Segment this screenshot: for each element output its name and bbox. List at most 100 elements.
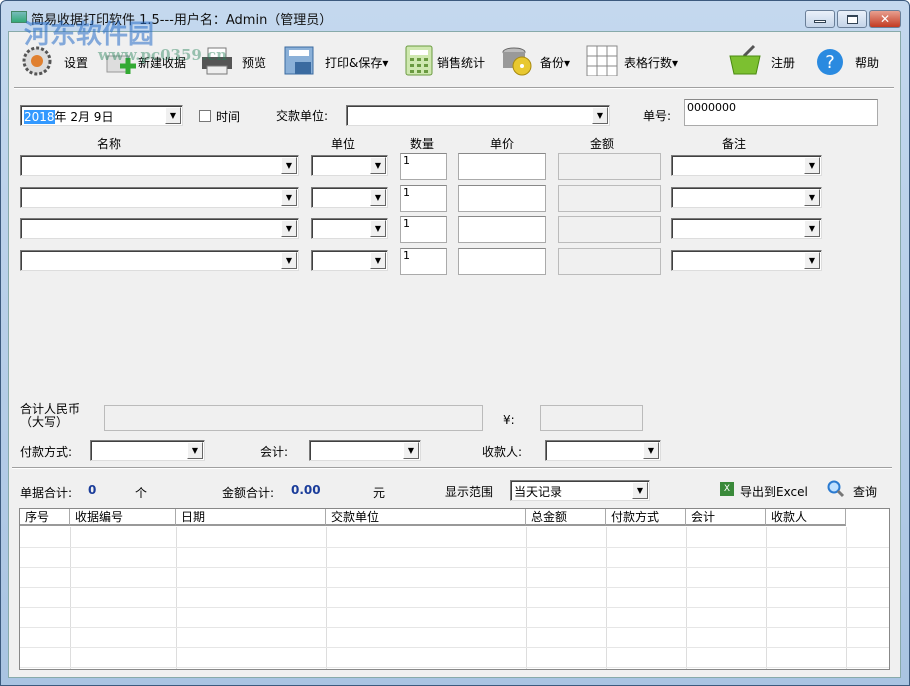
table-row [20,607,889,608]
column-header[interactable]: 收据编号 [70,509,176,526]
item-qty-input[interactable]: 1 [400,216,447,243]
item-amount-field [558,248,661,275]
register-button[interactable]: 注册 [771,54,795,71]
item-name-combo[interactable]: ▼ [20,187,299,208]
help-icon[interactable]: ? [814,44,848,76]
close-button[interactable]: ✕ [869,10,901,28]
records-table[interactable]: 序号收据编号日期交款单位总金额付款方式会计收款人 [19,508,890,670]
item-name-combo[interactable]: ▼ [20,218,299,239]
range-label: 显示范围 [445,483,493,500]
table-row [20,567,889,568]
column-header[interactable]: 付款方式 [606,509,686,526]
amount-unit: 元 [373,484,385,501]
new-document-icon[interactable] [104,44,138,76]
settings-button[interactable]: 设置 [64,54,88,71]
item-amount-field [558,216,661,243]
item-price-input[interactable] [458,248,546,275]
item-note-combo[interactable]: ▼ [671,218,822,239]
maximize-button[interactable] [837,10,867,28]
payer-combo[interactable]: ▼ [346,105,610,126]
svg-text:?: ? [825,52,835,73]
table-rows-button[interactable]: 表格行数▾ [624,54,678,71]
accountant-combo[interactable]: ▼ [309,440,421,461]
column-header[interactable]: 收款人 [766,509,846,526]
total-rmb-label: 合计人民币（大写） [20,403,80,429]
backup-button[interactable]: 备份▾ [540,54,570,71]
item-note-combo[interactable]: ▼ [671,155,822,176]
table-row [20,587,889,588]
payee-combo[interactable]: ▼ [545,440,661,461]
total-rmb-label-line2: （大写） [20,415,68,429]
item-unit-combo[interactable]: ▼ [311,187,388,208]
form-divider [12,467,892,469]
column-header[interactable]: 会计 [686,509,766,526]
search-icon[interactable] [827,480,845,501]
item-price-input[interactable] [458,185,546,212]
column-header[interactable]: 日期 [176,509,326,526]
item-name-combo[interactable]: ▼ [20,155,299,176]
range-value: 当天记录 [514,483,562,500]
col-amount-header: 金额 [590,135,614,152]
date-picker[interactable]: 2018年 2月 9日▼ [20,105,183,126]
time-checkbox[interactable] [199,110,211,122]
count-value: 0 [88,483,96,497]
export-excel-button[interactable]: 导出到Excel [740,483,808,500]
app-icon [11,11,27,23]
help-button[interactable]: 帮助 [855,54,879,71]
new-receipt-button[interactable]: 新建收据 [138,54,186,71]
preview-button[interactable]: 预览 [242,54,266,71]
count-unit: 个 [135,484,147,501]
payment-method-label: 付款方式: [20,443,72,460]
item-qty-input[interactable]: 1 [400,248,447,275]
item-amount-field [558,153,661,180]
print-save-button[interactable]: 打印&保存▾ [325,54,388,71]
sales-stats-button[interactable]: 销售统计 [437,54,485,71]
query-button[interactable]: 查询 [853,483,877,500]
calculator-icon[interactable] [404,44,438,76]
item-note-combo[interactable]: ▼ [671,187,822,208]
number-input[interactable]: 0000000 [684,99,878,126]
column-header[interactable]: 交款单位 [326,509,526,526]
save-icon[interactable] [283,44,317,76]
item-qty-input[interactable]: 1 [400,153,447,180]
col-name-header: 名称 [97,135,121,152]
col-unit-header: 单位 [331,135,355,152]
payee-label: 收款人: [482,443,522,460]
count-label: 单据合计: [20,484,72,501]
minimize-button[interactable] [805,10,835,28]
total-yen-field [540,405,643,431]
amount-total-label: 金额合计: [222,484,274,501]
item-qty-input[interactable]: 1 [400,185,447,212]
excel-icon[interactable]: X [720,482,734,496]
window-title: 简易收据打印软件 1.5---用户名：Admin（管理员） [31,9,332,28]
item-price-input[interactable] [458,216,546,243]
item-unit-combo[interactable]: ▼ [311,155,388,176]
time-label: 时间 [216,108,240,125]
accountant-label: 会计: [260,443,288,460]
table-grid-icon[interactable] [586,44,620,76]
date-year: 2018 [24,110,55,124]
payment-method-combo[interactable]: ▼ [90,440,205,461]
printer-icon[interactable] [200,44,234,76]
col-qty-header: 数量 [410,135,434,152]
date-month-day: 年 2月 9日 [55,110,114,124]
number-label: 单号: [643,107,671,124]
table-row [20,547,889,548]
column-header[interactable]: 序号 [20,509,70,526]
column-header[interactable]: 总金额 [526,509,606,526]
col-price-header: 单价 [490,135,514,152]
total-rmb-uppercase-field [104,405,483,431]
table-row [20,627,889,628]
gear-icon[interactable] [20,44,54,76]
item-unit-combo[interactable]: ▼ [311,250,388,271]
database-backup-icon[interactable] [500,44,534,76]
total-rmb-label-line1: 合计人民币 [20,402,80,416]
item-price-input[interactable] [458,153,546,180]
amount-total-value: 0.00 [291,483,321,497]
basket-icon[interactable] [728,44,762,76]
range-combo[interactable]: 当天记录▼ [510,480,650,501]
item-note-combo[interactable]: ▼ [671,250,822,271]
item-name-combo[interactable]: ▼ [20,250,299,271]
item-unit-combo[interactable]: ▼ [311,218,388,239]
item-amount-field [558,185,661,212]
